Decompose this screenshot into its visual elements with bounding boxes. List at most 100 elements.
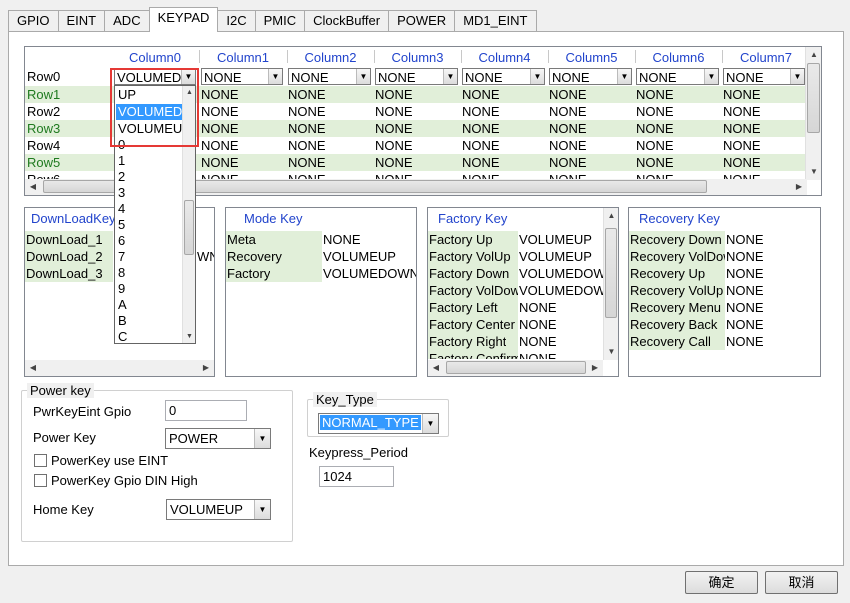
list-item[interactable]: Recovery Back: [629, 316, 725, 333]
list-item[interactable]: Recovery Menu: [629, 299, 725, 316]
cell[interactable]: NONE: [723, 104, 761, 119]
dropdown-arrow-icon[interactable]: ▼: [530, 69, 544, 84]
list-item[interactable]: Factory Down: [428, 265, 518, 282]
scroll-left-icon[interactable]: ◀: [25, 360, 41, 376]
list-header[interactable]: Recovery Key: [639, 211, 720, 226]
key-type-select[interactable]: NORMAL_TYPE ▼: [318, 413, 439, 434]
cell[interactable]: NONE: [288, 121, 326, 136]
dropdown-option[interactable]: 8: [116, 265, 182, 281]
tab-i2c[interactable]: I2C: [217, 10, 256, 32]
column-header[interactable]: Column1: [199, 50, 287, 65]
list-item[interactable]: Recovery: [226, 248, 322, 265]
cell[interactable]: NONE: [462, 87, 500, 102]
list-item[interactable]: DownLoad_3: [25, 265, 113, 282]
cell-select[interactable]: NONE ▼: [462, 68, 545, 85]
list-item[interactable]: Factory VolDow: [428, 282, 518, 299]
dropdown-arrow-icon[interactable]: ▼: [704, 69, 718, 84]
cell[interactable]: NONE: [636, 104, 674, 119]
cell[interactable]: NONE: [375, 121, 413, 136]
power-key-select[interactable]: POWER ▼: [165, 428, 271, 449]
scroll-thumb[interactable]: [446, 361, 586, 374]
cell[interactable]: NONE: [549, 155, 587, 170]
list-item[interactable]: DownLoad_1: [25, 231, 113, 248]
ok-button[interactable]: 确定: [685, 571, 758, 594]
cell[interactable]: NONE: [462, 104, 500, 119]
cell[interactable]: NONE: [549, 138, 587, 153]
column-header[interactable]: Column4: [461, 50, 548, 65]
cell-select[interactable]: NONE ▼: [288, 68, 371, 85]
cell[interactable]: NONE: [288, 155, 326, 170]
tab-power[interactable]: POWER: [388, 10, 456, 32]
dropdown-option[interactable]: C: [116, 329, 182, 343]
list-header[interactable]: Mode Key: [244, 211, 303, 226]
cell[interactable]: NONE: [549, 121, 587, 136]
scroll-right-icon[interactable]: ▶: [791, 179, 807, 195]
dropdown-arrow-icon[interactable]: ▼: [422, 414, 438, 433]
dropdown-arrow-icon[interactable]: ▼: [356, 69, 370, 84]
tab-clockbuffer[interactable]: ClockBuffer: [304, 10, 390, 32]
cell[interactable]: NONE: [723, 155, 761, 170]
cell[interactable]: NONE: [462, 155, 500, 170]
cell[interactable]: NONE: [723, 138, 761, 153]
list-item[interactable]: Recovery Up: [629, 265, 725, 282]
cell[interactable]: NONE: [201, 155, 239, 170]
vertical-scrollbar[interactable]: ▲ ▼: [603, 208, 618, 360]
scroll-down-icon[interactable]: ▼: [183, 330, 196, 343]
scroll-thumb[interactable]: [184, 200, 194, 255]
list-item[interactable]: Recovery VolUp: [629, 282, 725, 299]
scroll-left-icon[interactable]: ◀: [25, 179, 41, 195]
list-item[interactable]: Factory: [226, 265, 322, 282]
list-item[interactable]: Recovery Call: [629, 333, 725, 350]
tab-gpio[interactable]: GPIO: [8, 10, 59, 32]
column-header[interactable]: Column0: [111, 50, 199, 65]
dropdown-option[interactable]: 5: [116, 217, 182, 233]
cell[interactable]: NONE: [462, 121, 500, 136]
horizontal-scrollbar[interactable]: ◀ ▶: [428, 360, 603, 376]
dropdown-option[interactable]: 6: [116, 233, 182, 249]
cell[interactable]: NONE: [636, 138, 674, 153]
scroll-right-icon[interactable]: ▶: [587, 360, 603, 376]
home-key-select[interactable]: VOLUMEUP ▼: [166, 499, 271, 520]
tab-md1-eint[interactable]: MD1_EINT: [454, 10, 537, 32]
cell[interactable]: NONE: [201, 87, 239, 102]
powerkey-din-high-checkbox[interactable]: [34, 474, 47, 487]
scroll-left-icon[interactable]: ◀: [428, 360, 444, 376]
list-header[interactable]: Factory Key: [438, 211, 507, 226]
list-item[interactable]: Meta: [226, 231, 322, 248]
dropdown-option[interactable]: 7: [116, 249, 182, 265]
cell[interactable]: NONE: [549, 104, 587, 119]
cell-select[interactable]: NONE ▼: [375, 68, 458, 85]
cancel-button[interactable]: 取消: [765, 571, 838, 594]
list-item[interactable]: Recovery Down: [629, 231, 725, 248]
vertical-scrollbar[interactable]: ▲ ▼: [805, 47, 821, 180]
list-item[interactable]: Factory Confirm: [428, 350, 518, 359]
cell-select[interactable]: NONE ▼: [549, 68, 632, 85]
powerkey-use-eint-checkbox[interactable]: [34, 454, 47, 467]
dropdown-option[interactable]: 4: [116, 201, 182, 217]
cell[interactable]: NONE: [201, 121, 239, 136]
scroll-up-icon[interactable]: ▲: [806, 47, 821, 63]
scroll-down-icon[interactable]: ▼: [604, 344, 618, 360]
scroll-thumb[interactable]: [605, 228, 617, 318]
cell[interactable]: NONE: [288, 87, 326, 102]
tab-eint[interactable]: EINT: [57, 10, 106, 32]
horizontal-scrollbar[interactable]: ◀ ▶: [25, 360, 214, 376]
scroll-down-icon[interactable]: ▼: [806, 164, 821, 180]
cell-select[interactable]: NONE ▼: [636, 68, 719, 85]
dropdown-arrow-icon[interactable]: ▼: [790, 69, 804, 84]
dropdown-option[interactable]: 3: [116, 185, 182, 201]
list-item[interactable]: Factory Up: [428, 231, 518, 248]
dropdown-option[interactable]: 2: [116, 169, 182, 185]
cell[interactable]: NONE: [549, 87, 587, 102]
dropdown-arrow-icon[interactable]: ▼: [617, 69, 631, 84]
column-header[interactable]: Column7: [722, 50, 810, 65]
cell[interactable]: NONE: [375, 138, 413, 153]
column-header[interactable]: Column5: [548, 50, 635, 65]
cell-select[interactable]: NONE ▼: [201, 68, 283, 85]
checkbox-label[interactable]: PowerKey use EINT: [51, 453, 168, 468]
dropdown-option[interactable]: B: [116, 313, 182, 329]
dropdown-option[interactable]: A: [116, 297, 182, 313]
cell[interactable]: NONE: [636, 155, 674, 170]
dropdown-arrow-icon[interactable]: ▼: [254, 500, 270, 519]
cell[interactable]: NONE: [462, 138, 500, 153]
